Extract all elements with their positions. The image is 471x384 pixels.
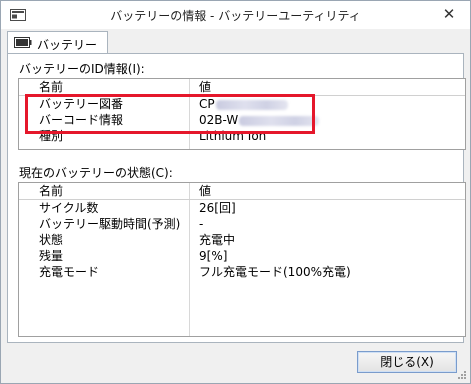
row-value: 02B-W xyxy=(199,112,320,128)
column-header-value[interactable]: 値 xyxy=(199,79,211,95)
id-info-list[interactable]: 名前 値 バッテリー図番 CP バーコード情報 02B-W 種別 Lithium… xyxy=(18,78,466,150)
window-title: バッテリーの情報 - バッテリーユーティリティ xyxy=(110,9,361,23)
row-value: 26[回] xyxy=(199,201,236,215)
close-button[interactable]: 閉じる(X) xyxy=(357,351,457,373)
column-header-name[interactable]: 名前 xyxy=(39,183,63,199)
status-section-label: 現在のバッテリーの状態(C): xyxy=(19,166,173,180)
list-header: 名前 値 xyxy=(19,79,465,96)
row-name: 状態 xyxy=(39,233,64,247)
row-name: 種別 xyxy=(39,129,64,143)
list-item[interactable]: バッテリー図番 CP xyxy=(19,96,465,112)
row-name: サイクル数 xyxy=(39,201,99,215)
tab-panel: バッテリーのID情報(I): 名前 値 バッテリー図番 CP バーコード情報 0… xyxy=(7,53,466,343)
column-header-value[interactable]: 値 xyxy=(199,183,211,199)
tab-bar: バッテリー #1 xyxy=(7,31,464,67)
row-name: バッテリー駆動時間(予測) xyxy=(39,217,181,231)
list-header: 名前 値 xyxy=(19,183,465,200)
row-value: 9[%] xyxy=(199,249,228,263)
title-bar: バッテリーの情報 - バッテリーユーティリティ ✕ xyxy=(1,1,470,29)
list-item[interactable]: 状態 充電中 xyxy=(19,232,465,248)
row-value: - xyxy=(199,217,204,231)
list-item[interactable]: サイクル数 26[回] xyxy=(19,200,465,216)
list-item[interactable]: バッテリー駆動時間(予測) - xyxy=(19,216,465,232)
tab-battery-1[interactable]: バッテリー #1 xyxy=(7,31,108,67)
list-item[interactable]: 残量 9[%] xyxy=(19,248,465,264)
list-item[interactable]: 種別 Lithium Ion xyxy=(19,128,465,144)
battery-icon xyxy=(14,37,32,48)
row-value: フル充電モード(100%充電) xyxy=(199,265,351,279)
list-item[interactable]: バーコード情報 02B-W xyxy=(19,112,465,128)
row-value: Lithium Ion xyxy=(199,129,267,143)
list-item[interactable]: 充電モード フル充電モード(100%充電) xyxy=(19,264,465,280)
battery-info-window: バッテリーの情報 - バッテリーユーティリティ ✕ バッテリー #1 バッテリー… xyxy=(0,0,471,384)
row-name: 充電モード xyxy=(39,265,100,279)
status-list[interactable]: 名前 値 サイクル数 26[回] バッテリー駆動時間(予測) - 状態 充電中 … xyxy=(18,182,466,337)
row-value: 充電中 xyxy=(199,233,236,247)
redacted-value xyxy=(239,115,320,126)
resize-grip-icon[interactable] xyxy=(457,370,467,380)
close-icon[interactable]: ✕ xyxy=(440,5,458,23)
row-name: バッテリー図番 xyxy=(39,97,124,111)
row-name: バーコード情報 xyxy=(39,113,124,127)
row-value: CP xyxy=(199,96,288,112)
row-name: 残量 xyxy=(39,249,64,263)
redacted-value xyxy=(215,99,288,110)
id-section-label: バッテリーのID情報(I): xyxy=(19,62,145,76)
column-header-name[interactable]: 名前 xyxy=(39,79,63,95)
